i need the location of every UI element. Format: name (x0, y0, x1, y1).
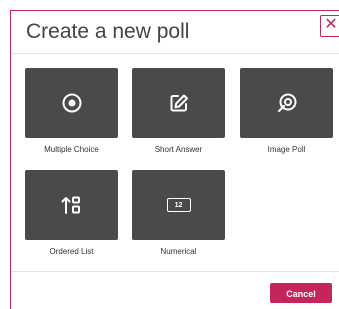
radio-button-icon (62, 93, 81, 113)
tile-box (240, 68, 333, 138)
poll-type-image-poll[interactable]: Image Poll (240, 68, 333, 154)
tile-label: Ordered List (49, 247, 94, 256)
numerical-icon-text: 12 (174, 201, 183, 209)
tile-label: Numerical (160, 247, 197, 256)
tile-label: Multiple Choice (44, 145, 99, 154)
poll-type-multiple-choice[interactable]: Multiple Choice (25, 68, 118, 154)
footer-divider (11, 271, 339, 272)
cancel-button[interactable]: Cancel (270, 283, 332, 303)
image-poll-icon (277, 93, 296, 113)
tile-box (25, 170, 118, 240)
tile-box (132, 68, 225, 138)
poll-type-numerical[interactable]: 12 Numerical (132, 170, 225, 256)
poll-type-short-answer[interactable]: Short Answer (132, 68, 225, 154)
numerical-icon: 12 (166, 198, 191, 212)
tile-box: 12 (132, 170, 225, 240)
ordered-list-icon (61, 196, 80, 214)
edit-icon (170, 94, 188, 112)
dialog-header: Create a new poll ✕ (11, 11, 339, 54)
dialog-title: Create a new poll (26, 20, 190, 43)
close-icon: ✕ (324, 16, 338, 33)
close-button[interactable]: ✕ (320, 15, 339, 37)
poll-type-ordered-list[interactable]: Ordered List (25, 170, 118, 256)
tile-label: Image Poll (267, 145, 306, 154)
tile-label: Short Answer (154, 145, 203, 154)
tile-box (25, 68, 118, 138)
create-poll-dialog: Create a new poll ✕ Multiple Choice Shor… (10, 10, 339, 309)
